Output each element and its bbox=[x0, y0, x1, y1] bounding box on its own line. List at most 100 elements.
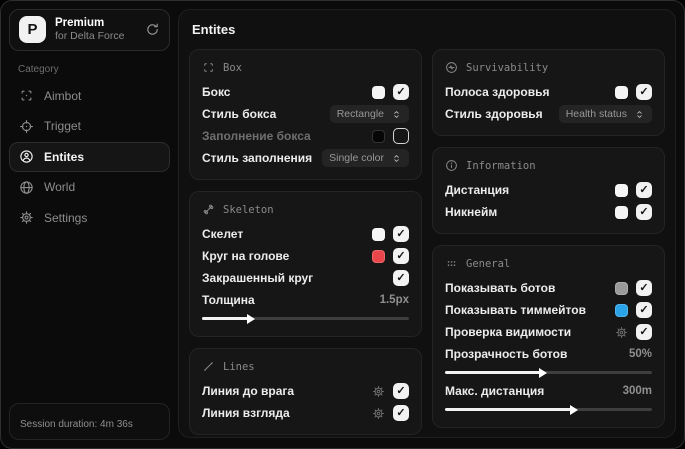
panel-column: Box Бокс ✓ Стиль бокса Rectangle Заполнение б… bbox=[189, 49, 422, 435]
slider-fill bbox=[202, 317, 250, 320]
setting-row: Линия взгляда ✓ bbox=[202, 402, 409, 424]
slider-value: 300m bbox=[622, 385, 652, 397]
scan-icon bbox=[19, 88, 34, 103]
setting-label: Макс. дистанция bbox=[445, 384, 545, 398]
checkbox[interactable]: ✓ bbox=[393, 383, 409, 399]
checkbox[interactable] bbox=[393, 128, 409, 144]
setting-row: Полоса здоровья ✓ bbox=[445, 81, 652, 103]
checkbox[interactable]: ✓ bbox=[393, 84, 409, 100]
setting-controls: ✓ bbox=[615, 280, 652, 296]
panel-header: Survivability bbox=[445, 61, 652, 74]
line-icon bbox=[202, 360, 215, 373]
setting-controls: ✓ bbox=[372, 248, 409, 264]
checkbox[interactable]: ✓ bbox=[636, 204, 652, 220]
app-window: P Premium for Delta Force Category Aimbo… bbox=[0, 0, 685, 449]
checkbox[interactable]: ✓ bbox=[393, 226, 409, 242]
sidebar: P Premium for Delta Force Category Aimbo… bbox=[1, 1, 178, 448]
checkbox[interactable]: ✓ bbox=[636, 280, 652, 296]
color-swatch[interactable] bbox=[615, 303, 628, 317]
app-name: Premium bbox=[55, 17, 105, 29]
dropdown-value: Rectangle bbox=[336, 108, 384, 120]
setting-row: Стиль заполнения Single color bbox=[202, 147, 409, 169]
page-title: Entites bbox=[192, 22, 236, 37]
setting-label: Полоса здоровья bbox=[445, 85, 550, 99]
config-gear-icon[interactable] bbox=[615, 326, 628, 339]
panel-header: Information bbox=[445, 159, 652, 172]
sidebar-item-settings[interactable]: Settings bbox=[9, 203, 170, 234]
sidebar-item-label: Trigget bbox=[44, 119, 81, 134]
panel-header: General bbox=[445, 257, 652, 270]
color-swatch[interactable] bbox=[372, 129, 385, 143]
crosshair-icon bbox=[19, 119, 34, 134]
setting-label: Скелет bbox=[202, 227, 244, 241]
checkbox[interactable]: ✓ bbox=[393, 270, 409, 286]
setting-row: Бокс ✓ bbox=[202, 81, 409, 103]
color-swatch[interactable] bbox=[372, 249, 385, 263]
color-swatch[interactable] bbox=[372, 85, 385, 99]
slider-thumb[interactable] bbox=[570, 404, 579, 415]
checkbox[interactable]: ✓ bbox=[393, 405, 409, 421]
setting-controls: ✓ bbox=[372, 383, 409, 399]
panel-information: Information Дистанция ✓ Никнейм ✓ bbox=[432, 147, 665, 234]
category-label: Category bbox=[18, 63, 59, 75]
slider-thumb[interactable] bbox=[539, 367, 548, 378]
chevron-up-down-icon bbox=[634, 109, 645, 120]
dropdown-select[interactable]: Health status bbox=[558, 105, 652, 123]
setting-controls: ✓ bbox=[615, 182, 652, 198]
setting-row: Проверка видимости ✓ bbox=[445, 321, 652, 343]
color-swatch[interactable] bbox=[615, 85, 628, 99]
dropdown-select[interactable]: Rectangle bbox=[329, 105, 409, 123]
checkbox[interactable]: ✓ bbox=[636, 324, 652, 340]
setting-controls: Single color bbox=[322, 149, 409, 167]
sidebar-item-aimbot[interactable]: Aimbot bbox=[9, 81, 170, 112]
main-area: Entites Box Бокс ✓ Стиль бокса Rectangle Запо… bbox=[178, 1, 684, 448]
sidebar-item-label: Entites bbox=[44, 149, 85, 164]
bone-icon bbox=[202, 203, 215, 216]
setting-controls: ✓ bbox=[372, 84, 409, 100]
slider[interactable] bbox=[445, 367, 652, 378]
box-icon bbox=[202, 61, 215, 74]
setting-label: Бокс bbox=[202, 85, 231, 99]
dropdown-select[interactable]: Single color bbox=[322, 149, 409, 167]
setting-row: Прозрачность ботов 50% bbox=[445, 343, 652, 378]
slider[interactable] bbox=[202, 313, 409, 324]
slider-fill bbox=[445, 408, 574, 411]
slider-thumb[interactable] bbox=[246, 313, 255, 324]
setting-label: Линия взгляда bbox=[202, 406, 290, 420]
sidebar-item-world[interactable]: World bbox=[9, 172, 170, 203]
setting-controls: ✓ bbox=[393, 270, 409, 286]
app-logo: P bbox=[19, 16, 46, 44]
checkbox[interactable]: ✓ bbox=[636, 302, 652, 318]
premium-card: P Premium for Delta Force bbox=[9, 9, 170, 51]
setting-label: Прозрачность ботов bbox=[445, 347, 568, 361]
slider[interactable] bbox=[445, 404, 652, 415]
slider-fill bbox=[445, 371, 543, 374]
setting-label: Никнейм bbox=[445, 205, 498, 219]
slider-value: 1.5px bbox=[379, 294, 409, 306]
color-swatch[interactable] bbox=[615, 281, 628, 295]
setting-label: Показывать ботов bbox=[445, 281, 556, 295]
setting-label: Закрашенный круг bbox=[202, 271, 314, 285]
setting-label: Линия до врага bbox=[202, 384, 295, 398]
config-gear-icon[interactable] bbox=[372, 385, 385, 398]
grid-icon bbox=[445, 257, 458, 270]
dropdown-value: Health status bbox=[565, 108, 627, 120]
refresh-icon[interactable] bbox=[145, 22, 160, 37]
setting-controls: Health status bbox=[558, 105, 652, 123]
sidebar-item-entites[interactable]: Entites bbox=[9, 141, 170, 172]
color-swatch[interactable] bbox=[615, 183, 628, 197]
checkbox[interactable]: ✓ bbox=[636, 182, 652, 198]
panel-title: Information bbox=[466, 159, 536, 172]
panel-survivability: Survivability Полоса здоровья ✓ Стиль здоро… bbox=[432, 49, 665, 136]
setting-row: Стиль здоровья Health status bbox=[445, 103, 652, 125]
dropdown-value: Single color bbox=[329, 152, 384, 164]
config-gear-icon[interactable] bbox=[372, 407, 385, 420]
setting-row: Никнейм ✓ bbox=[445, 201, 652, 223]
checkbox[interactable]: ✓ bbox=[636, 84, 652, 100]
color-swatch[interactable] bbox=[615, 205, 628, 219]
checkbox[interactable]: ✓ bbox=[393, 248, 409, 264]
color-swatch[interactable] bbox=[372, 227, 385, 241]
setting-label: Дистанция bbox=[445, 183, 510, 197]
sidebar-item-trigget[interactable]: Trigget bbox=[9, 111, 170, 142]
panel-title: Survivability bbox=[466, 61, 549, 74]
